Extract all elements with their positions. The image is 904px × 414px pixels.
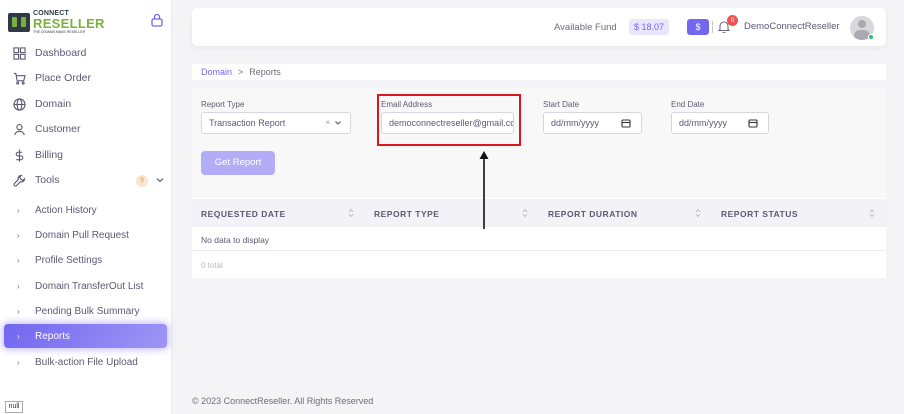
highlight-box xyxy=(377,94,521,146)
calendar-icon[interactable] xyxy=(621,118,631,128)
sidebar-subitem-pending-bulk-summary[interactable]: › Pending Bulk Summary xyxy=(4,299,167,323)
dollar-icon xyxy=(12,148,26,162)
start-date-label: Start Date xyxy=(543,100,580,109)
sidebar-item-customer[interactable]: Customer xyxy=(12,118,81,140)
grid-icon xyxy=(12,46,26,60)
sidebar: CONNECT RESELLER THE DOMAIN MAKE RESELLE… xyxy=(0,0,172,414)
sidebar-subitem-action-history[interactable]: › Action History xyxy=(4,198,167,222)
column-header-requested-date[interactable]: REQUESTED DATE xyxy=(201,209,286,219)
logo-mark-icon xyxy=(8,12,30,32)
chevron-right-icon: › xyxy=(17,306,20,316)
sidebar-item-tools[interactable]: Tools xyxy=(12,169,60,191)
breadcrumb-domain-link[interactable]: Domain xyxy=(201,67,232,77)
chevron-right-icon: › xyxy=(17,331,20,341)
report-type-label: Report Type xyxy=(201,100,245,109)
available-fund-value: $ 18.07 xyxy=(629,19,670,35)
sidebar-item-dashboard[interactable]: Dashboard xyxy=(12,42,86,64)
sidebar-subitem-profile-settings[interactable]: › Profile Settings xyxy=(4,248,167,272)
sidebar-item-label: Customer xyxy=(35,123,81,135)
sort-icon[interactable] xyxy=(522,208,528,218)
breadcrumb-current: Reports xyxy=(249,67,281,77)
sidebar-item-label: Dashboard xyxy=(35,47,87,59)
sidebar-item-place-order[interactable]: Place Order xyxy=(12,67,91,89)
lock-icon[interactable] xyxy=(151,13,163,27)
sidebar-item-label: Domain xyxy=(35,98,72,110)
table-header: REQUESTED DATE REPORT TYPE REPORT DURATI… xyxy=(192,199,886,227)
chevron-right-icon: › xyxy=(17,230,20,240)
user-name[interactable]: DemoConnectReseller xyxy=(744,21,840,32)
sort-icon[interactable] xyxy=(695,208,701,218)
chevron-right-icon: › xyxy=(17,255,20,265)
column-header-report-status[interactable]: REPORT STATUS xyxy=(721,209,798,219)
reports-card: Report Type Transaction Report × Email A… xyxy=(192,88,886,278)
footer-copyright: © 2023 ConnectReseller. All Rights Reser… xyxy=(192,396,374,406)
sidebar-subitem-reports[interactable]: › Reports xyxy=(4,324,167,348)
wrench-icon xyxy=(12,173,26,187)
divider xyxy=(192,250,886,251)
calendar-icon[interactable] xyxy=(748,118,758,128)
column-header-report-duration[interactable]: REPORT DURATION xyxy=(548,209,638,219)
brand-line2: RESELLER xyxy=(33,16,105,31)
sort-icon[interactable] xyxy=(348,208,354,218)
online-status-dot xyxy=(868,34,874,40)
annotation-arrow-icon xyxy=(479,151,489,229)
sidebar-subitem-bulk-action-file-upload[interactable]: › Bulk-action File Upload xyxy=(4,350,167,374)
clear-icon[interactable]: × xyxy=(325,118,330,127)
top-navbar: Available Fund $ 18.07 $ 0 DemoConnectRe… xyxy=(192,8,886,46)
sidebar-item-domain[interactable]: Domain xyxy=(12,93,71,115)
chevron-right-icon: › xyxy=(17,357,20,367)
null-tag: null xyxy=(5,401,23,413)
user-icon xyxy=(12,122,26,136)
get-report-button[interactable]: Get Report xyxy=(201,151,275,175)
chevron-right-icon: › xyxy=(17,205,20,215)
breadcrumb-separator-icon: > xyxy=(238,67,244,77)
empty-table-message: No data to display xyxy=(201,235,270,245)
sidebar-item-label: Place Order xyxy=(35,72,92,84)
sidebar-item-label: Tools xyxy=(35,174,60,186)
breadcrumb: Domain > Reports xyxy=(192,64,886,80)
chevron-right-icon: › xyxy=(17,281,20,291)
total-count: 0 total xyxy=(201,261,223,270)
end-date-field[interactable]: dd/mm/yyyy xyxy=(671,112,769,134)
report-type-value: Transaction Report xyxy=(209,118,286,128)
chevron-down-icon[interactable] xyxy=(334,119,342,127)
sidebar-item-label: Billing xyxy=(35,149,64,161)
cart-icon xyxy=(12,71,26,85)
filter-panel: Report Type Transaction Report × Email A… xyxy=(192,88,886,198)
start-date-placeholder: dd/mm/yyyy xyxy=(551,118,600,128)
add-fund-button[interactable]: $ xyxy=(687,19,709,35)
globe-icon xyxy=(12,97,26,111)
tools-count-badge: 9 xyxy=(136,175,148,187)
column-header-report-type[interactable]: REPORT TYPE xyxy=(374,209,439,219)
chevron-down-icon[interactable] xyxy=(155,175,165,185)
report-type-select[interactable]: Transaction Report × xyxy=(201,112,351,134)
sidebar-item-billing[interactable]: Billing xyxy=(12,144,63,166)
start-date-field[interactable]: dd/mm/yyyy xyxy=(543,112,642,134)
sort-icon[interactable] xyxy=(869,208,875,218)
brand-logo[interactable]: CONNECT RESELLER THE DOMAIN MAKE RESELLE… xyxy=(8,10,105,35)
end-date-placeholder: dd/mm/yyyy xyxy=(679,118,728,128)
available-fund-label: Available Fund xyxy=(554,22,617,33)
divider xyxy=(712,21,713,33)
end-date-label: End Date xyxy=(671,100,705,109)
brand-tagline: THE DOMAIN MAKE RESELLER xyxy=(33,30,86,34)
sidebar-subitem-domain-pull-request[interactable]: › Domain Pull Request xyxy=(4,223,167,247)
sidebar-subitem-domain-transferout-list[interactable]: › Domain TransferOut List xyxy=(4,274,167,298)
notification-badge: 0 xyxy=(727,15,738,26)
